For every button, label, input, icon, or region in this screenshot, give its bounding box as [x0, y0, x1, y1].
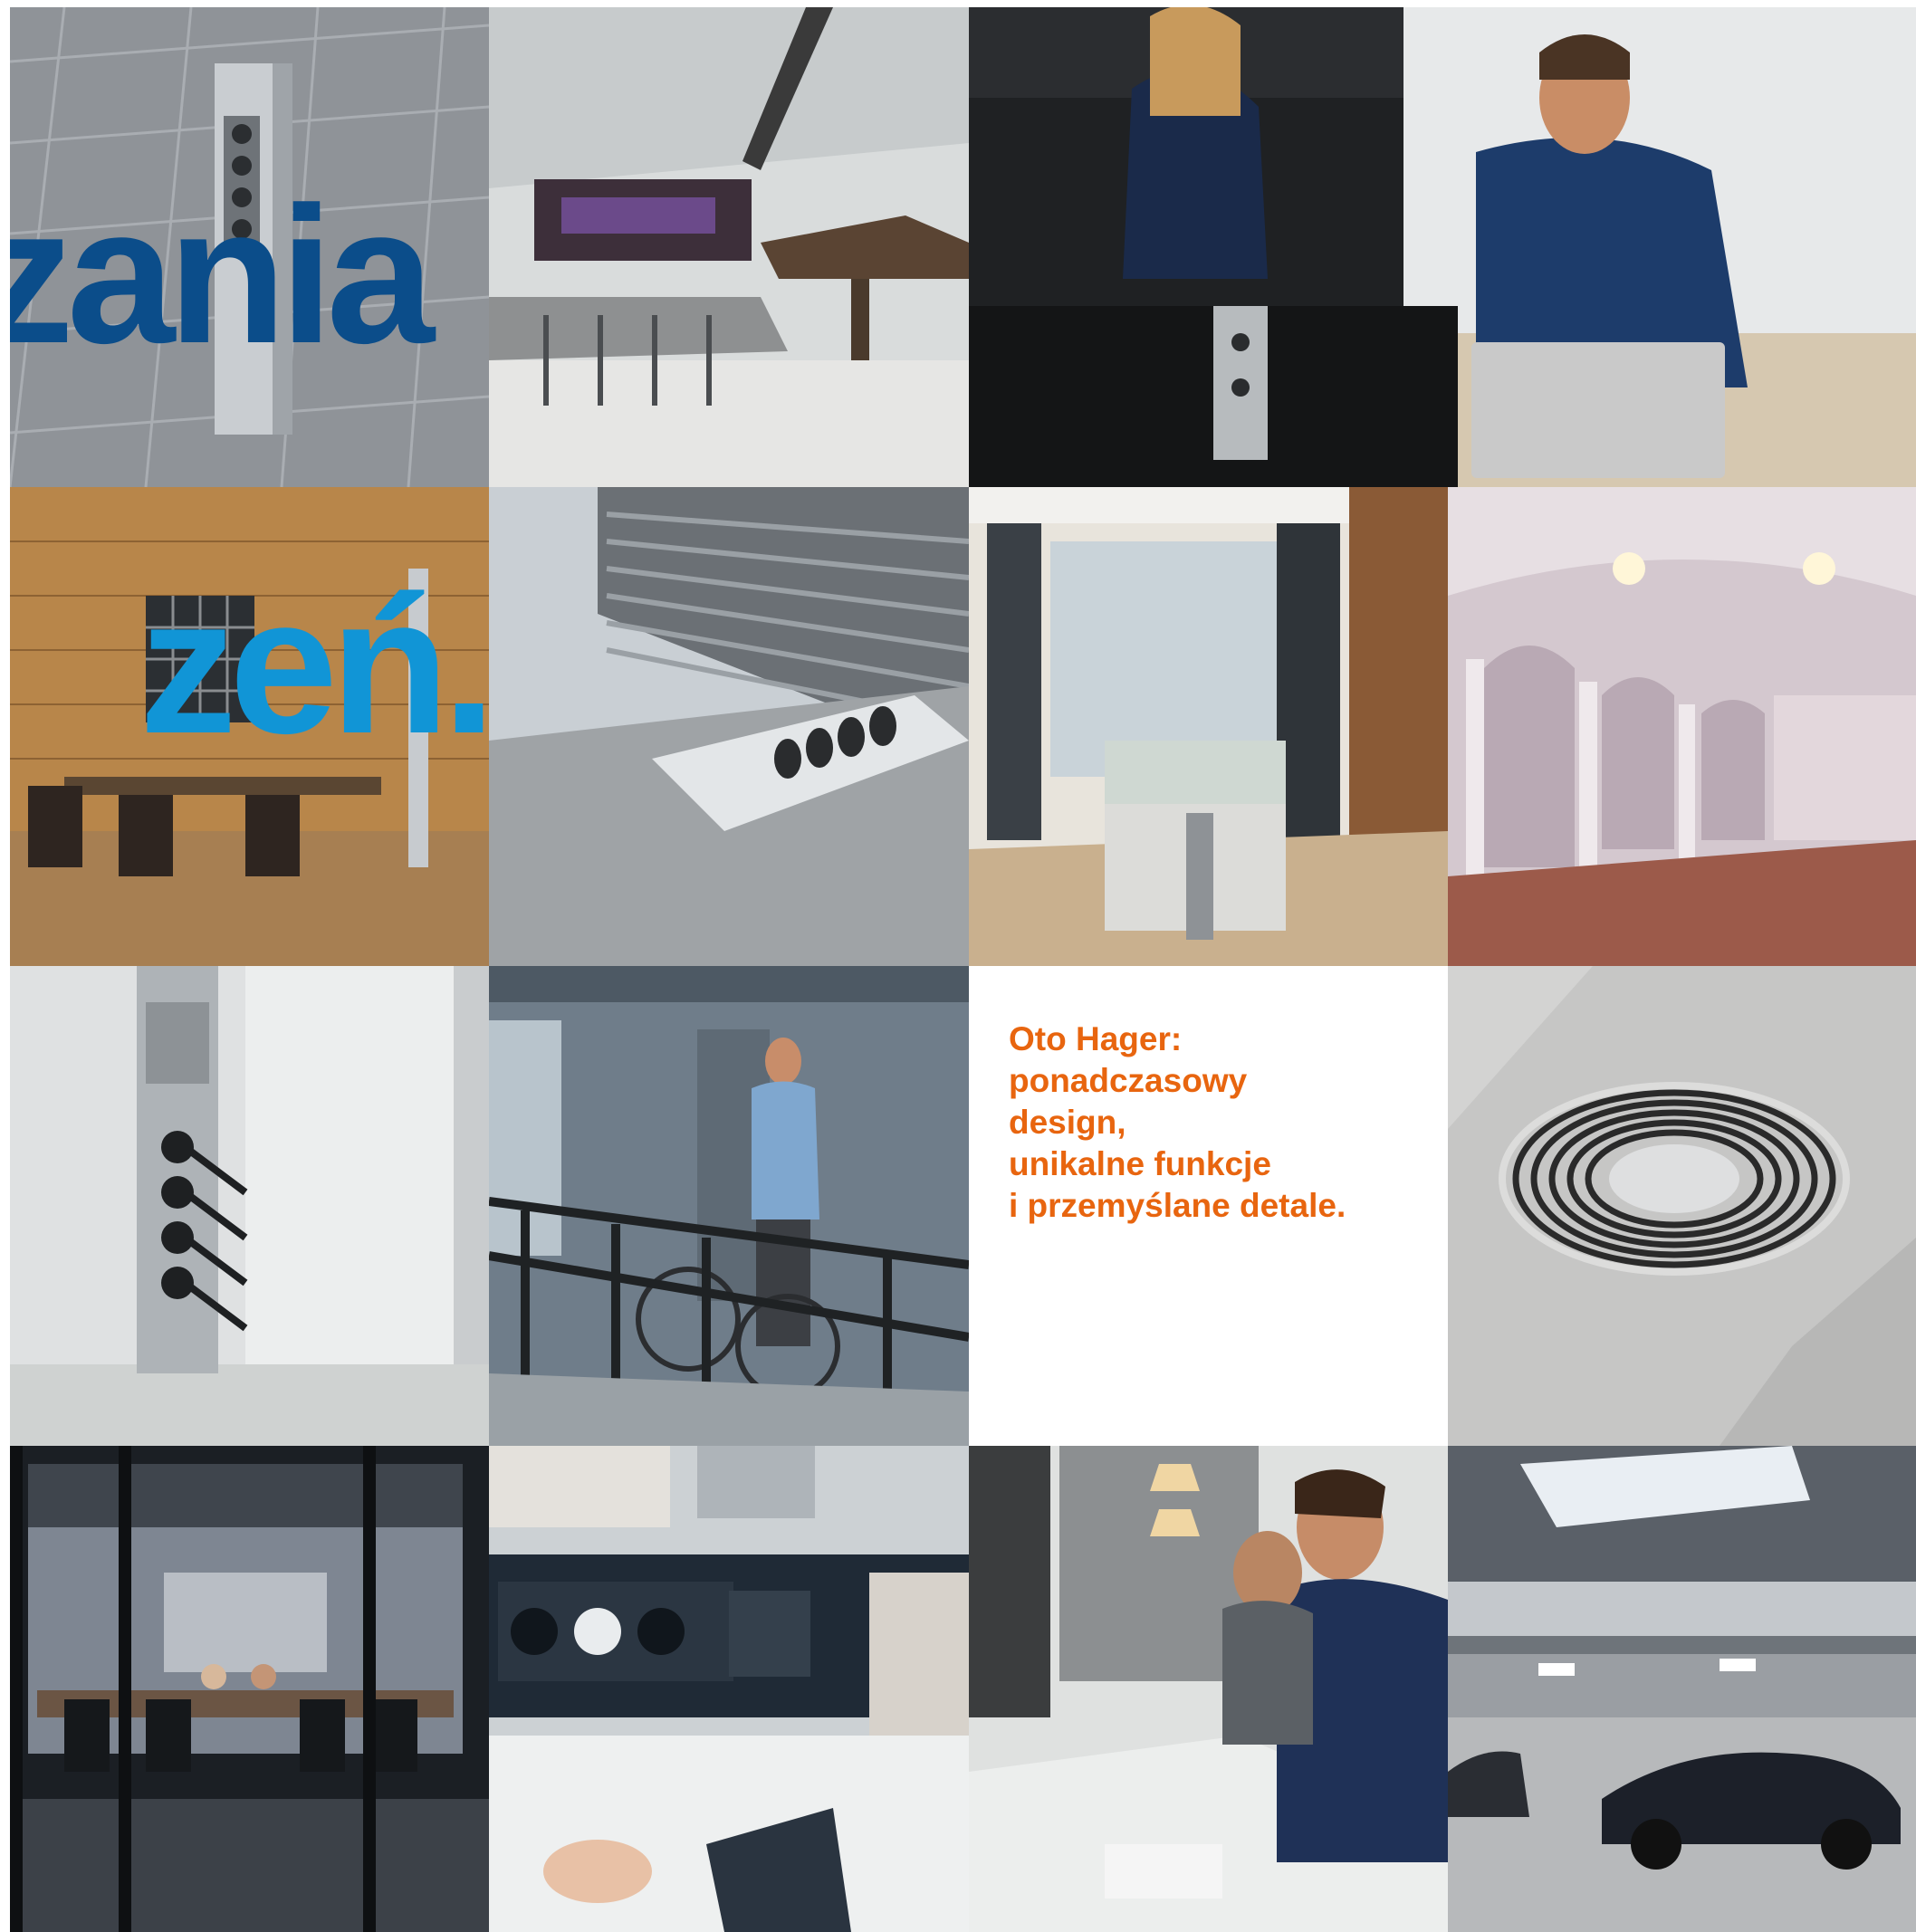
tagline-line-3: design,	[1009, 1104, 1126, 1141]
tagline-line-4: unikalne funkcje	[1009, 1145, 1271, 1182]
photo-glass-meeting-room	[10, 1446, 489, 1932]
photo-car-showroom	[1448, 1446, 1916, 1932]
photo-counter-meeting	[969, 7, 1916, 487]
photo-historic-hall	[1448, 487, 1916, 966]
photo-bar-interior	[489, 7, 969, 487]
photo-brick-meeting-room: zeń.	[10, 487, 489, 966]
tagline-line-5: i przemyślane detale.	[1009, 1187, 1346, 1224]
photo-floor-trunking	[489, 487, 969, 966]
photo-wall-column-plugs	[10, 966, 489, 1446]
tagline-line-2: ponadczasowy	[1009, 1062, 1248, 1099]
photo-showroom-corridor	[969, 487, 1448, 966]
photo-desk-socket-strip	[489, 1446, 969, 1932]
tagline-panel: Oto Hager: ponadczasowy design, unikalne…	[969, 966, 1448, 1446]
photo-men-writing	[969, 1446, 1448, 1932]
photo-man-with-bicycle	[489, 966, 969, 1446]
headline-line-1: zania	[10, 166, 435, 384]
photo-floor-power-column: zania	[10, 7, 489, 487]
tagline: Oto Hager: ponadczasowy design, unikalne…	[1009, 1019, 1346, 1227]
photo-collage: zania zeń. Oto Hager: ponadczasowy desig…	[10, 7, 1916, 1932]
headline-line-2: zeń.	[139, 556, 489, 774]
photo-round-floor-outlet	[1448, 966, 1916, 1446]
tagline-line-1: Oto Hager:	[1009, 1020, 1183, 1057]
